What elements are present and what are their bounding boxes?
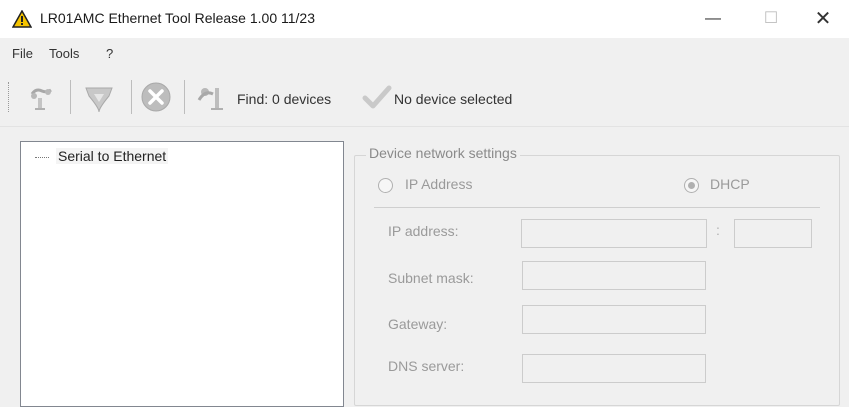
- toolbar-separator: [70, 80, 71, 114]
- title-bar: LR01AMC Ethernet Tool Release 1.00 11/23…: [0, 0, 849, 38]
- selection-status: No device selected: [394, 91, 513, 107]
- close-button[interactable]: ✕: [794, 0, 849, 38]
- divider: [374, 207, 820, 208]
- toolbar-separator: [184, 80, 185, 114]
- group-title: Device network settings: [366, 145, 520, 161]
- dhcp-radio[interactable]: [684, 178, 699, 193]
- toolbar-grip[interactable]: [8, 82, 12, 112]
- menu-file[interactable]: File: [12, 46, 33, 61]
- device-tree[interactable]: Serial to Ethernet: [20, 141, 344, 407]
- gateway-label: Gateway:: [388, 316, 448, 332]
- maximize-button[interactable]: ☐: [742, 0, 800, 38]
- device-count-status: Find: 0 devices: [237, 91, 332, 107]
- dns-server-label: DNS server:: [388, 358, 465, 374]
- menu-help[interactable]: ?: [106, 46, 113, 61]
- tree-item-serial-to-ethernet[interactable]: Serial to Ethernet: [56, 148, 169, 164]
- window-title: LR01AMC Ethernet Tool Release 1.00 11/23: [40, 10, 315, 26]
- menu-bar: File Tools ?: [0, 38, 849, 68]
- gateway-input[interactable]: [522, 305, 706, 334]
- stop-x-icon[interactable]: [139, 80, 173, 114]
- tree-connector: [35, 157, 49, 158]
- download-shield-icon[interactable]: [82, 80, 116, 114]
- checkmark-icon: [362, 85, 392, 109]
- ip-address-label: IP address:: [388, 223, 459, 239]
- port-input[interactable]: [734, 219, 812, 248]
- ip-address-input[interactable]: [521, 219, 707, 248]
- dns-server-input[interactable]: [522, 354, 706, 383]
- menu-tools[interactable]: Tools: [49, 46, 79, 61]
- radio-selected-dot: [688, 182, 695, 189]
- network-connect-icon[interactable]: [24, 80, 58, 114]
- network-find-icon[interactable]: [193, 80, 227, 114]
- minimize-button[interactable]: —: [684, 0, 742, 38]
- subnet-mask-label: Subnet mask:: [388, 270, 474, 286]
- ip-address-radio-label[interactable]: IP Address: [405, 176, 472, 192]
- subnet-mask-input[interactable]: [522, 261, 706, 290]
- port-separator: :: [716, 222, 720, 238]
- dhcp-radio-label[interactable]: DHCP: [710, 176, 750, 192]
- warning-triangle-icon: [12, 10, 32, 28]
- toolbar-separator: [131, 80, 132, 114]
- toolbar: Find: 0 devices No device selected: [0, 68, 849, 127]
- ip-address-radio[interactable]: [378, 178, 393, 193]
